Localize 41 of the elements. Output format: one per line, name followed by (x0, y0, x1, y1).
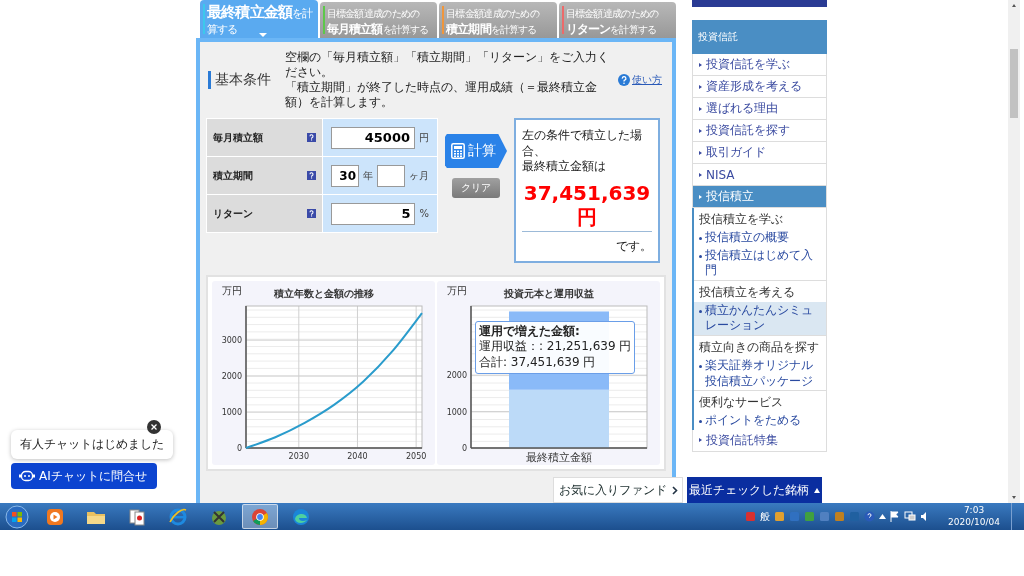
instruction-text: 空欄の「毎月積立額」「積立期間」「リターン」をご入力ください。 (285, 50, 610, 80)
result-suffix: です。 (616, 237, 652, 255)
instruction-text: 「積立期間」が終了した時点の、運用成績（＝最終積立金額）を計算します。 (285, 80, 598, 110)
field-label: 毎月積立額 (213, 130, 263, 145)
currency-label: 円 (577, 204, 597, 229)
axis-tick-label: 2050 (405, 452, 427, 462)
axis-tick-label: 0 (236, 444, 242, 454)
sidebar-subheading: 便利なサービス (694, 390, 826, 413)
sidebar-subheading: 投信積立を学ぶ (698, 211, 784, 228)
section-title: 基本条件 (208, 71, 279, 89)
axis-tick-label: 2000 (221, 372, 242, 382)
result-caption: 最終積立金額は (522, 159, 607, 175)
axis-tick-label: 1000 (221, 408, 242, 418)
chart-title: 積立年数と金額の推移 (273, 286, 374, 301)
axis-tick-label: 2030 (288, 452, 309, 462)
category-label: 最終積立金額 (526, 451, 592, 465)
axis-tick-label: 2040 (347, 452, 368, 462)
axis-unit: 万円 (447, 284, 467, 299)
unit-label: 年 (363, 168, 373, 183)
field-label: リターン (213, 206, 253, 221)
unit-label: % (419, 208, 429, 219)
unit-label: 円 (419, 130, 429, 145)
tooltip-text: 運用収益：: 21,251,639 円 (479, 339, 632, 355)
unit-label: ヶ月 (409, 168, 429, 183)
result-caption: 左の条件で積立した場合、 (522, 128, 643, 160)
sidebar-subheading: 積立向きの商品を探す (694, 334, 826, 357)
axis-tick-label: 1000 (446, 407, 467, 417)
tooltip-text: 合計: 37,451,639 円 (479, 354, 597, 371)
axis-tick-label: 0 (461, 444, 467, 454)
result-amount: 37,451,639 (523, 180, 651, 205)
chat-bubble: 有人チャットはじめました (11, 430, 173, 459)
chart-title: 投資元本と運用収益 (503, 286, 594, 301)
clock-date: 2020/10/04 (948, 516, 1000, 528)
clock-time: 7:03 (963, 505, 985, 517)
field-label: 積立期間 (213, 168, 253, 183)
axis-tick-label: 2000 (446, 371, 467, 381)
axis-unit: 万円 (222, 284, 242, 299)
tooltip-title: 運用で増えた金額: (479, 323, 581, 340)
sidebar-header: 投資信託 (692, 20, 827, 54)
sidebar-subheading: 投信積立を考える (694, 279, 826, 302)
axis-tick-label: 3000 (221, 336, 242, 346)
